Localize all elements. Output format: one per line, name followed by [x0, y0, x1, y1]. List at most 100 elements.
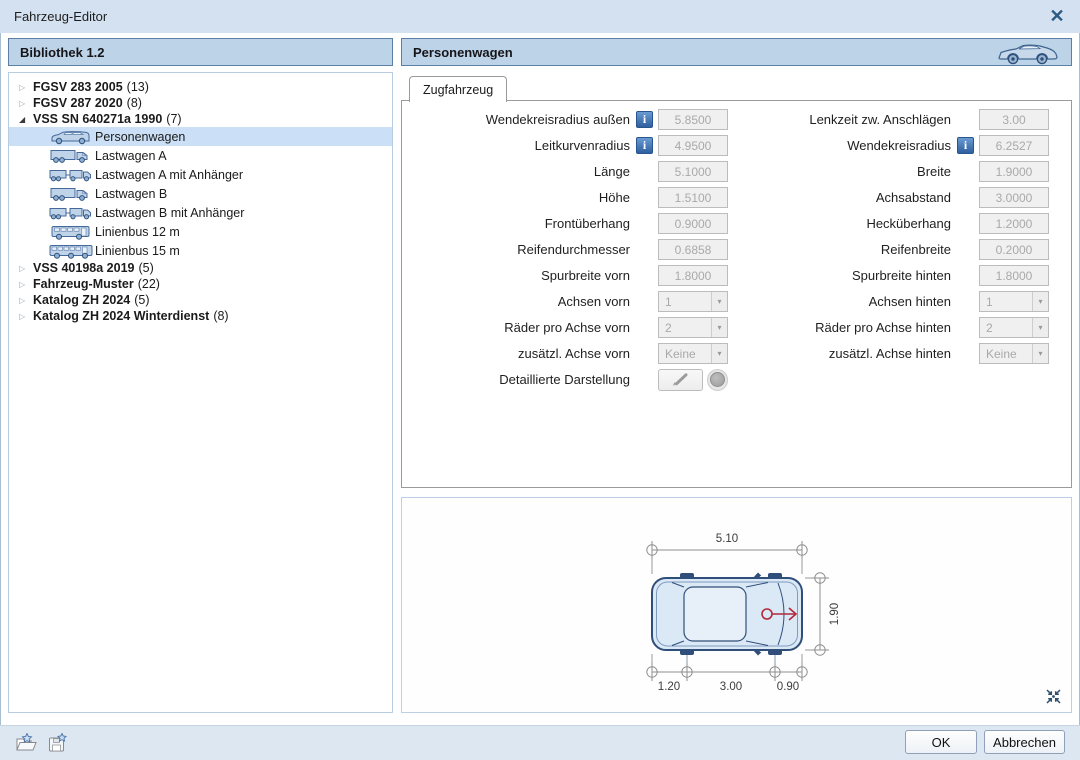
close-icon[interactable]: ✕	[1045, 4, 1069, 28]
tree-group[interactable]: ▷VSS 40198a 2019(5)	[9, 260, 392, 276]
info-icon[interactable]: i	[636, 111, 653, 128]
select-zusaetzl-achse-vorn: Keine▾	[658, 343, 728, 364]
window-title: Fahrzeug-Editor	[14, 9, 107, 24]
field-leitkurvenradius	[658, 135, 728, 156]
field-label: Wendekreisradius	[731, 138, 957, 153]
field-heckueberhang	[979, 213, 1049, 234]
tree-group-label: Katalog ZH 2024 Winterdienst	[33, 309, 209, 323]
tree-group[interactable]: ◢VSS SN 640271a 1990(7)	[9, 111, 392, 127]
tree-item-vehicle[interactable]: Linienbus 15 m	[9, 241, 392, 260]
tree-item-vehicle[interactable]: Lastwagen A mit Anhänger	[9, 165, 392, 184]
dim-length-label: 5.10	[716, 533, 738, 545]
field-label: Detaillierte Darstellung	[410, 372, 636, 387]
indicator-circle	[710, 372, 725, 387]
truck-icon	[49, 148, 95, 164]
select-achsen-hinten: 1▾	[979, 291, 1049, 312]
tree-item-vehicle[interactable]: Lastwagen B	[9, 184, 392, 203]
field-label: Lenkzeit zw. Anschlägen	[731, 112, 957, 127]
field-label: Räder pro Achse vorn	[410, 320, 636, 335]
field-label: Achsen hinten	[731, 294, 957, 309]
select-achsen-vorn: 1▾	[658, 291, 728, 312]
chevron-down-icon: ▾	[711, 344, 727, 363]
truck-icon	[49, 186, 95, 202]
form-row-raeder-pro-achse-hinten: Räder pro Achse hinten 2▾	[731, 317, 1049, 338]
tree-group-count: (22)	[138, 277, 160, 291]
zoom-fit-icon[interactable]	[1045, 688, 1062, 705]
vehicle-dimension-diagram: 5.10	[582, 520, 902, 705]
fahrzeug-editor-dialog: Fahrzeug-Editor ✕ Bibliothek 1.2 Persone…	[0, 0, 1080, 760]
tree-item-vehicle[interactable]: Lastwagen A	[9, 146, 392, 165]
collapse-icon[interactable]: ◢	[19, 115, 33, 124]
open-library-favorite-icon[interactable]	[14, 732, 40, 756]
pipette-pick-button[interactable]	[658, 369, 703, 391]
expand-icon[interactable]: ▷	[19, 296, 33, 305]
field-label: Räder pro Achse hinten	[731, 320, 957, 335]
expand-icon[interactable]: ▷	[19, 280, 33, 289]
detail-state-indicator	[707, 369, 728, 391]
dim-rear-overhang-label: 1.20	[658, 681, 680, 693]
form-row-spurbreite-hinten: Spurbreite hinten	[731, 265, 1049, 286]
form-row-detaillierte-darstellung: Detaillierte Darstellung	[410, 369, 728, 390]
expand-icon[interactable]: ▷	[19, 312, 33, 321]
library-header-label: Bibliothek 1.2	[20, 45, 105, 60]
vehicle-preview-panel: 5.10	[401, 497, 1072, 713]
field-label: Wendekreisradius außen	[410, 112, 636, 127]
tree-item-label: Lastwagen A	[95, 149, 167, 163]
tree-group-label: Katalog ZH 2024	[33, 293, 130, 307]
field-breite	[979, 161, 1049, 182]
info-icon[interactable]: i	[957, 137, 974, 154]
tree-group[interactable]: ▷FGSV 283 2005(13)	[9, 79, 392, 95]
chevron-down-icon: ▾	[711, 318, 727, 337]
tree-item-vehicle[interactable]: Personenwagen	[9, 127, 392, 146]
form-row-hoehe: Höhe	[410, 187, 728, 208]
form-row-frontueberhang: Frontüberhang	[410, 213, 728, 234]
field-label: Breite	[731, 164, 957, 179]
expand-icon[interactable]: ▷	[19, 83, 33, 92]
cancel-button[interactable]: Abbrechen	[984, 730, 1065, 754]
field-reifenbreite	[979, 239, 1049, 260]
tree-group[interactable]: ▷Katalog ZH 2024 Winterdienst (8)	[9, 308, 392, 324]
dim-front-overhang-label: 0.90	[777, 681, 799, 693]
tree-item-label: Lastwagen B mit Anhänger	[95, 206, 244, 220]
field-label: Spurbreite vorn	[410, 268, 636, 283]
tab-zugfahrzeug[interactable]: Zugfahrzeug	[409, 76, 507, 102]
select-raeder-pro-achse-hinten: 2▾	[979, 317, 1049, 338]
tree-item-vehicle[interactable]: Linienbus 12 m	[9, 222, 392, 241]
field-reifendurchmesser	[658, 239, 728, 260]
tree-item-label: Linienbus 12 m	[95, 225, 180, 239]
tree-group-count: (8)	[213, 309, 228, 323]
field-label: Reifenbreite	[731, 242, 957, 257]
tree-group[interactable]: ▷Fahrzeug-Muster (22)	[9, 276, 392, 292]
expand-icon[interactable]: ▷	[19, 99, 33, 108]
library-header: Bibliothek 1.2	[8, 38, 393, 66]
form-row-achsen-hinten: Achsen hinten 1▾	[731, 291, 1049, 312]
vehicle-header-label: Personenwagen	[413, 45, 513, 60]
form-row-zusaetzl-achse-hinten: zusätzl. Achse hinten Keine▾	[731, 343, 1049, 364]
info-slot: i	[957, 137, 979, 154]
save-library-favorite-icon[interactable]	[45, 732, 71, 756]
expand-icon[interactable]: ▷	[19, 264, 33, 273]
field-label: zusätzl. Achse hinten	[731, 346, 957, 361]
tree-group[interactable]: ▷Katalog ZH 2024(5)	[9, 292, 392, 308]
form-row-zusaetzl-achse-vorn: zusätzl. Achse vorn Keine▾	[410, 343, 728, 364]
tree-item-vehicle[interactable]: Lastwagen B mit Anhänger	[9, 203, 392, 222]
tree-group-label: Fahrzeug-Muster	[33, 277, 134, 291]
tree-group-label: VSS SN 640271a 1990	[33, 112, 162, 126]
vehicle-header: Personenwagen	[401, 38, 1072, 66]
field-label: zusätzl. Achse vorn	[410, 346, 636, 361]
tree-group[interactable]: ▷FGSV 287 2020(8)	[9, 95, 392, 111]
field-hoehe	[658, 187, 728, 208]
info-icon[interactable]: i	[636, 137, 653, 154]
ok-button[interactable]: OK	[905, 730, 977, 754]
field-label: Hecküberhang	[731, 216, 957, 231]
select-value: 1	[980, 292, 1032, 311]
select-value: Keine	[980, 344, 1032, 363]
form-row-achsen-vorn: Achsen vorn 1▾	[410, 291, 728, 312]
select-value: Keine	[659, 344, 711, 363]
car-side-icon	[49, 129, 95, 145]
field-spurbreite-hinten	[979, 265, 1049, 286]
field-label: Achsen vorn	[410, 294, 636, 309]
chevron-down-icon: ▾	[1032, 344, 1048, 363]
tree-item-label: Linienbus 15 m	[95, 244, 180, 258]
form-row-reifenbreite: Reifenbreite	[731, 239, 1049, 260]
